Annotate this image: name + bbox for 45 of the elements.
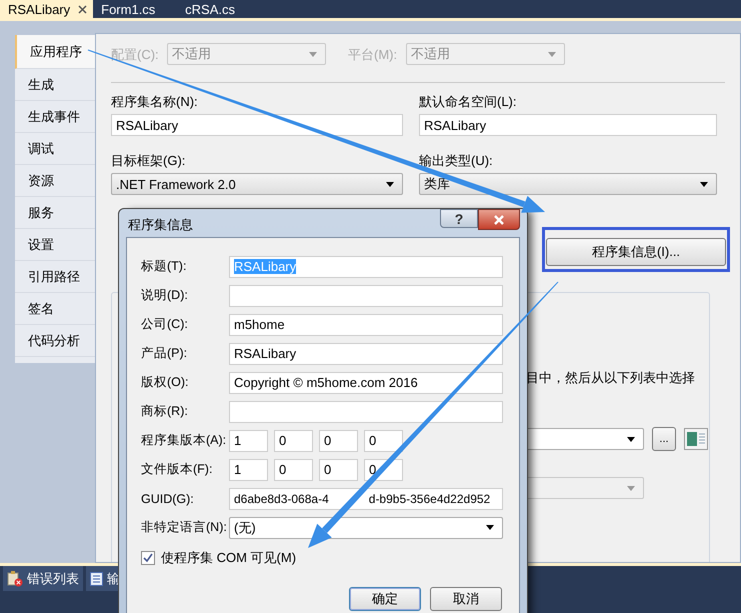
- field-label: 标题(T):: [141, 258, 188, 275]
- platform-label: 平台(M):: [348, 46, 398, 64]
- assembly-info-button[interactable]: 程序集信息(I)...: [546, 238, 726, 266]
- text-field[interactable]: Copyright © m5home.com 2016: [229, 372, 503, 394]
- text-field[interactable]: m5home: [229, 314, 503, 336]
- dialog-title: 程序集信息: [127, 216, 193, 234]
- sidebar-tab[interactable]: 应用程序: [15, 35, 95, 69]
- field-label: 说明(D):: [141, 287, 189, 304]
- version-field[interactable]: 0: [319, 458, 358, 480]
- version-field[interactable]: 1: [229, 458, 268, 480]
- field-label: 公司(C):: [141, 316, 189, 333]
- dialog-button[interactable]: 取消: [430, 587, 502, 611]
- field-label: 默认命名空间(L):: [419, 93, 518, 111]
- browse-button[interactable]: ...: [652, 427, 676, 451]
- version-field[interactable]: 0: [319, 430, 358, 452]
- editor-tab[interactable]: cRSA.cs: [177, 0, 262, 18]
- field-label: 目标框架(G):: [111, 152, 186, 170]
- dialog-button[interactable]: 确定: [349, 587, 421, 611]
- field-label: 产品(P):: [141, 345, 188, 362]
- checkbox-label: 使程序集 COM 可见(M): [161, 549, 296, 567]
- field-label: 商标(R):: [141, 403, 189, 420]
- editor-tab[interactable]: RSALibary: [0, 0, 94, 18]
- text-field[interactable]: RSALibary: [229, 342, 503, 364]
- editor-tab[interactable]: Form1.cs: [93, 0, 178, 18]
- help-button[interactable]: ?: [440, 209, 478, 228]
- version-field[interactable]: 0: [274, 430, 313, 452]
- version-field[interactable]: 0: [274, 458, 313, 480]
- guid-field[interactable]: d6abe8d3-068a-4 d-b9b5-356e4d22d952: [229, 488, 503, 510]
- guid-text: d6abe8d3-068a-4: [234, 492, 329, 506]
- tool-tab[interactable]: 错误列表: [3, 566, 83, 591]
- instruction-text: 目中，然后从以下列表中选择: [526, 369, 695, 387]
- version-field[interactable]: 1: [229, 430, 268, 452]
- field-label: 文件版本(F):: [141, 461, 214, 478]
- text-field[interactable]: RSALibary: [419, 114, 717, 136]
- field-label: 版权(O):: [141, 374, 190, 391]
- guid-text: d-b9b5-356e4d22d952: [368, 492, 490, 506]
- dropdown[interactable]: .NET Framework 2.0: [111, 173, 403, 195]
- field-label: 程序集版本(A):: [141, 432, 228, 449]
- field-label: GUID(G):: [141, 492, 195, 506]
- field-label: 程序集名称(N):: [111, 93, 199, 111]
- version-field[interactable]: 0: [364, 430, 403, 452]
- text-field[interactable]: RSALibary: [111, 114, 403, 136]
- field-label: 非特定语言(N):: [141, 519, 228, 536]
- field-label: 输出类型(U):: [419, 152, 494, 170]
- language-dropdown[interactable]: (无): [229, 516, 503, 538]
